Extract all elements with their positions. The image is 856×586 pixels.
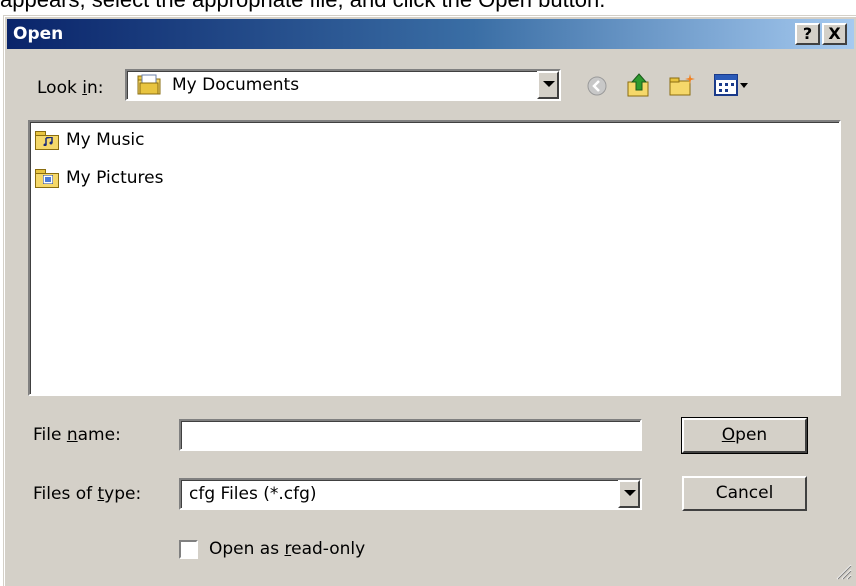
new-folder-icon[interactable]: [668, 72, 696, 98]
instruction-text: appears, select the appropriate file, an…: [0, 0, 856, 12]
documents-folder-icon: [137, 74, 161, 96]
pictures-folder-icon: [34, 167, 62, 189]
list-item[interactable]: My Music: [34, 128, 835, 152]
file-type-dropdown-button[interactable]: [618, 480, 640, 508]
file-name: My Music: [66, 130, 145, 150]
list-item[interactable]: My Pictures: [34, 166, 835, 190]
cancel-button[interactable]: Cancel: [682, 476, 807, 511]
look-in-dropdown-button[interactable]: [537, 71, 559, 99]
up-folder-icon[interactable]: [626, 72, 652, 98]
view-menu-icon[interactable]: [714, 73, 750, 97]
readonly-checkbox[interactable]: [179, 540, 198, 559]
chevron-down-icon: [624, 490, 636, 496]
file-type-value: cfg Files (*.cfg): [189, 484, 317, 504]
file-name-input[interactable]: [179, 419, 642, 451]
look-in-label: Look in:: [37, 78, 104, 98]
chevron-down-icon: [543, 81, 555, 87]
resize-grip-icon[interactable]: [834, 562, 852, 580]
close-button[interactable]: X: [822, 23, 847, 45]
help-button[interactable]: ?: [795, 23, 820, 45]
open-button[interactable]: Open: [681, 417, 808, 454]
look-in-value: My Documents: [172, 75, 300, 95]
file-list[interactable]: My Music My Pictures: [28, 120, 841, 396]
readonly-label[interactable]: Open as read-only: [209, 539, 365, 559]
file-type-select[interactable]: cfg Files (*.cfg): [179, 478, 642, 510]
back-icon[interactable]: [586, 75, 608, 97]
file-type-label: Files of type:: [33, 484, 142, 504]
title-bar[interactable]: Open ? X: [7, 19, 854, 49]
dialog-title: Open: [13, 24, 64, 44]
file-name: My Pictures: [66, 168, 164, 188]
look-in-combobox[interactable]: My Documents: [125, 69, 561, 101]
open-dialog: Open ? X Look in: My Documents My Music …: [3, 15, 856, 586]
music-folder-icon: [34, 129, 62, 151]
file-name-label: File name:: [33, 425, 121, 445]
